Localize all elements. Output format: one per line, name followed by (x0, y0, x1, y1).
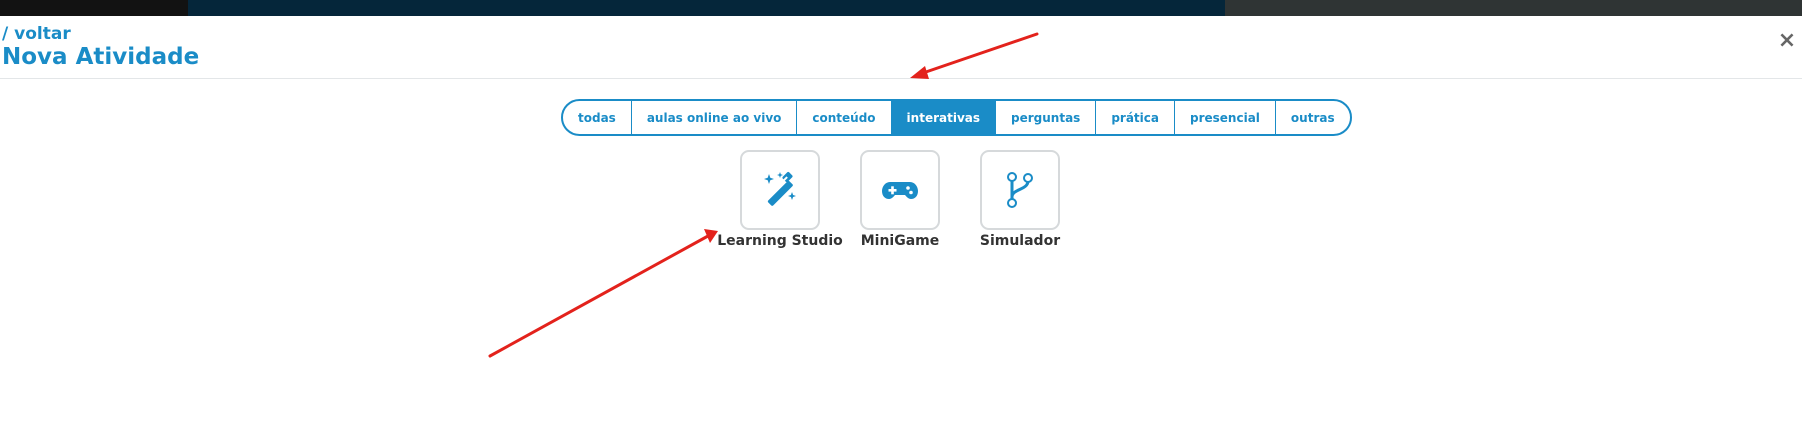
tab-interativas[interactable]: interativas (891, 101, 997, 134)
top-bar-segment (0, 0, 188, 16)
tab-perguntas[interactable]: perguntas (996, 101, 1097, 134)
gamepad-icon (882, 182, 918, 199)
activity-card-simulador[interactable]: Simulador (960, 150, 1080, 250)
modal-header: / voltar Nova Atividade × (0, 16, 1802, 79)
tab-todas[interactable]: todas (563, 101, 632, 134)
tab-presencial[interactable]: presencial (1175, 101, 1276, 134)
code-branch-icon (1007, 172, 1033, 208)
top-bar-segment (1225, 0, 1802, 16)
activity-label: Simulador (979, 233, 1061, 249)
tab-outras[interactable]: outras (1276, 101, 1350, 134)
activity-icon-box (980, 150, 1060, 230)
top-bar-segment (188, 0, 1225, 16)
back-link[interactable]: / voltar (2, 24, 71, 44)
activity-icon-box (740, 150, 820, 230)
activity-icon-box (860, 150, 940, 230)
tab-pratica[interactable]: prática (1096, 101, 1175, 134)
close-button[interactable]: × (1774, 28, 1800, 54)
magic-wand-icon (764, 171, 796, 206)
tab-aulas-online-ao-vivo[interactable]: aulas online ao vivo (632, 101, 798, 134)
tab-conteudo[interactable]: conteúdo (797, 101, 892, 134)
browser-top-bar (0, 0, 1802, 16)
category-tabs: todas aulas online ao vivo conteúdo inte… (561, 99, 1352, 136)
page-title: Nova Atividade (2, 44, 200, 70)
close-icon: × (1777, 28, 1797, 53)
activity-options: Learning Studio MiniGame Simulador (0, 150, 1802, 260)
